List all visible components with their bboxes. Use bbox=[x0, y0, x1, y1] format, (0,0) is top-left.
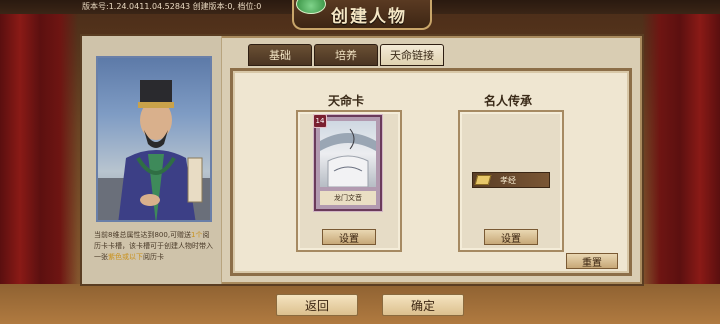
portrait-figure-icon bbox=[98, 80, 210, 220]
tab-basic[interactable]: 基础 bbox=[248, 44, 312, 66]
page-title: 创建人物 bbox=[331, 6, 407, 27]
inheritance-item[interactable]: 孝经 bbox=[472, 172, 550, 188]
unlock-description: 当前8维总属性达到800,可赠送1个阅历卡卡槽，该卡槽可于创建人物时带入一张紫色… bbox=[94, 230, 216, 263]
character-portrait bbox=[96, 56, 212, 222]
card-level-badge: 14 bbox=[313, 114, 327, 128]
inheritance-set-button[interactable]: 设置 bbox=[484, 229, 538, 245]
back-button[interactable]: 返回 bbox=[276, 294, 358, 316]
fate-link-frame bbox=[230, 68, 632, 276]
version-text: 版本号:1.24.0411.04.52843 创建版本:0, 档位:0 bbox=[82, 2, 262, 11]
inheritance-title: 名人传承 bbox=[484, 94, 533, 108]
card-name: 龙门文音 bbox=[320, 191, 376, 205]
description-text: 当前8维总属性达到800,可赠送 bbox=[94, 231, 192, 239]
description-text: 阅历卡 bbox=[143, 253, 164, 261]
inheritance-item-label: 孝经 bbox=[500, 175, 516, 185]
tab-fate-link[interactable]: 天命链接 bbox=[380, 44, 444, 66]
fate-card-title: 天命卡 bbox=[328, 94, 365, 108]
card-artwork bbox=[320, 121, 376, 187]
confirm-button[interactable]: 确定 bbox=[382, 294, 464, 316]
fate-card[interactable]: 14 龙门文音 bbox=[313, 114, 382, 211]
fate-card-set-button[interactable]: 设置 bbox=[322, 229, 376, 245]
title-plate: 创建人物 bbox=[292, 0, 432, 30]
gem-icon bbox=[296, 0, 326, 14]
book-icon bbox=[474, 175, 492, 185]
tab-training[interactable]: 培养 bbox=[314, 44, 378, 66]
reset-button[interactable]: 重置 bbox=[566, 253, 618, 269]
card-scene-icon bbox=[320, 128, 376, 187]
stage-floor bbox=[0, 284, 720, 324]
description-highlight: 1个 bbox=[191, 231, 203, 239]
description-highlight: 紫色或以下 bbox=[108, 253, 143, 261]
